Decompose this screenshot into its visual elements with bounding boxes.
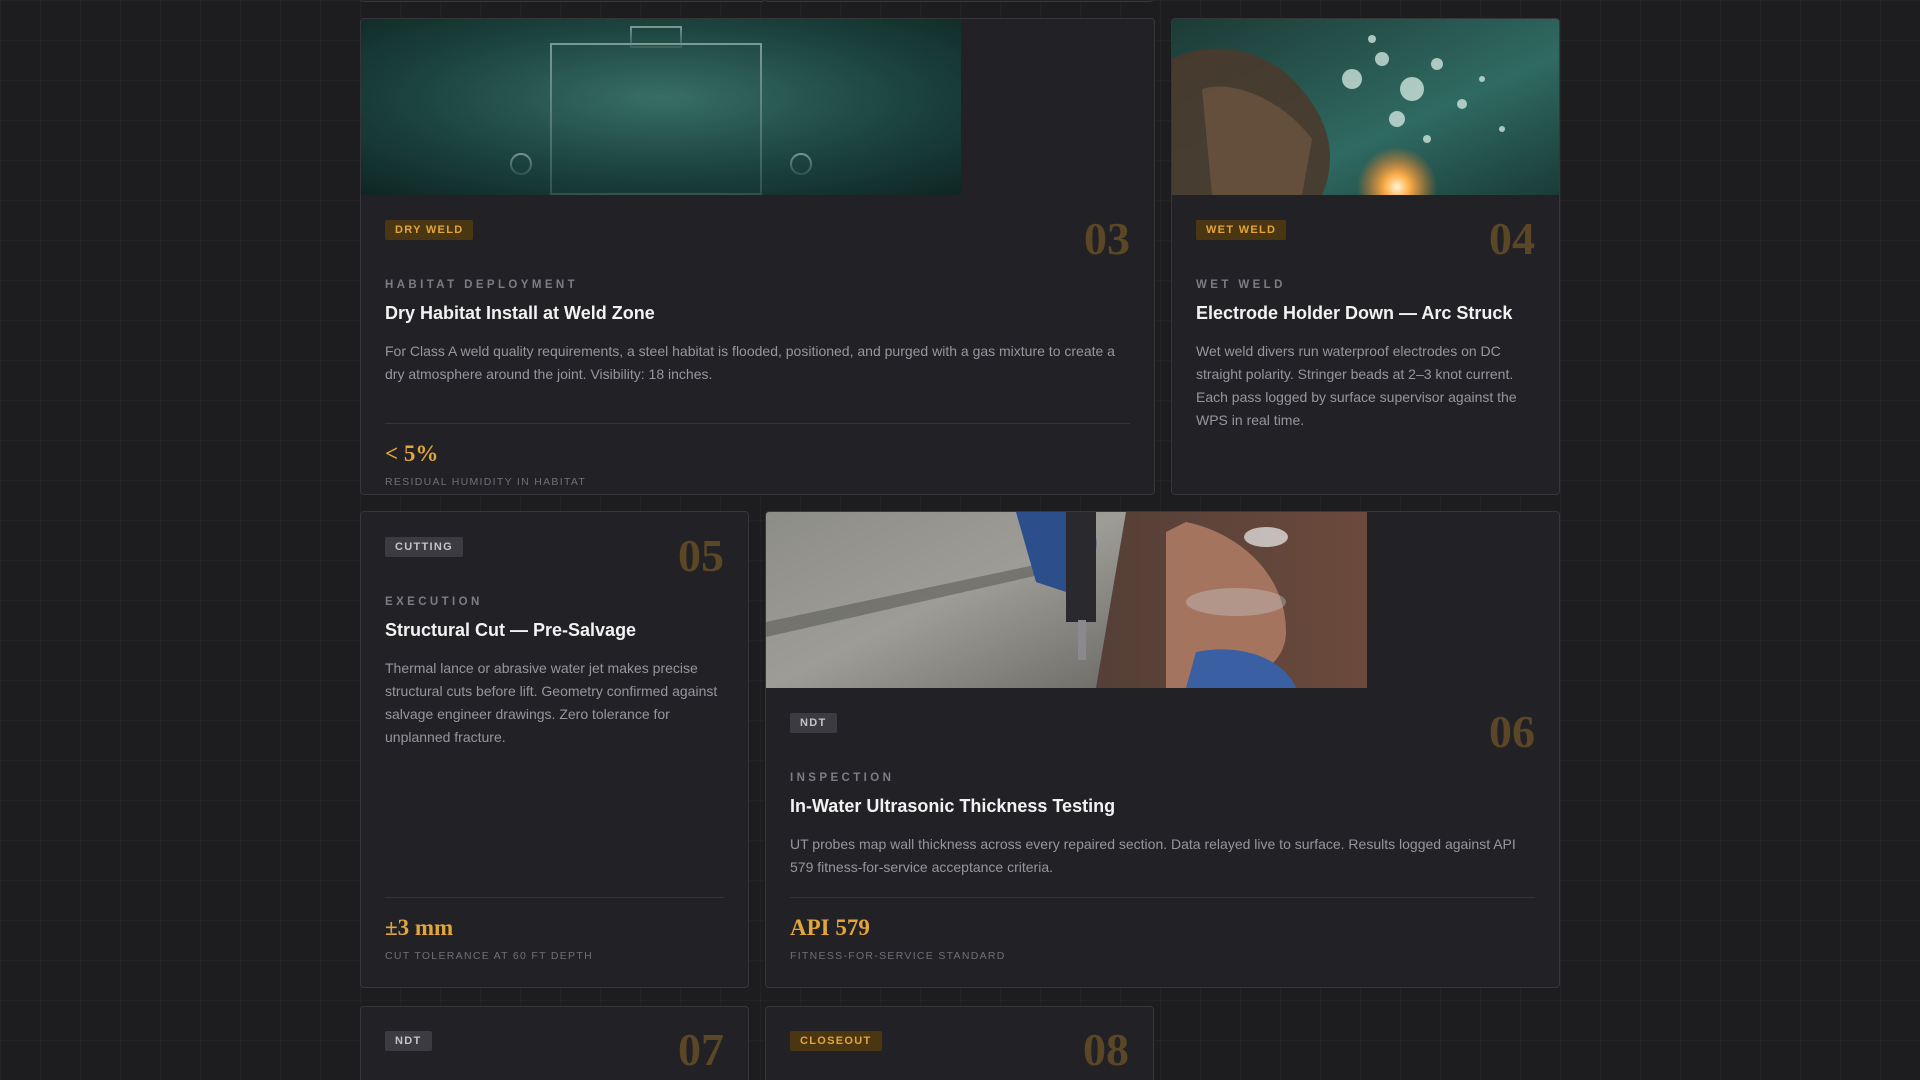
step-number: 06 (1489, 706, 1535, 757)
step-eyebrow: HABITAT DEPLOYMENT (385, 279, 579, 291)
stat-label: FITNESS-FOR-SERVICE STANDARD (790, 950, 1006, 962)
habitat-photo (361, 19, 961, 195)
card-stub-left (360, 0, 765, 2)
category-tag: WET WELD (1196, 220, 1287, 240)
step-card-04[interactable]: WET WELD 04 WET WELD Electrode Holder Do… (1171, 18, 1560, 495)
category-tag: NDT (385, 1031, 432, 1051)
step-description: UT probes map wall thickness across ever… (790, 836, 1516, 875)
divider (385, 897, 724, 898)
step-number: 04 (1489, 213, 1535, 264)
step-eyebrow: EXECUTION (385, 596, 483, 608)
category-tag: CUTTING (385, 537, 463, 557)
category-tag: NDT (790, 713, 837, 733)
divider (385, 423, 1130, 424)
step-description: Wet weld divers run waterproof electrode… (1196, 343, 1517, 428)
step-number: 08 (1083, 1024, 1129, 1075)
step-number: 03 (1084, 213, 1130, 264)
stat-value: ±3 mm (385, 915, 454, 940)
step-title: Structural Cut — Pre-Salvage (385, 620, 637, 640)
step-card-05[interactable]: CUTTING 05 EXECUTION Structural Cut — Pr… (360, 511, 749, 988)
step-description: For Class A weld quality requirements, a… (385, 343, 1115, 382)
step-card-06[interactable]: NDT 06 INSPECTION In-Water Ultrasonic Th… (765, 511, 1560, 988)
stat-value: < 5% (385, 441, 439, 466)
stat-value: API 579 (790, 915, 870, 940)
stat-label: CUT TOLERANCE AT 60 FT DEPTH (385, 950, 593, 962)
category-tag: CLOSEOUT (790, 1031, 882, 1051)
step-title: In-Water Ultrasonic Thickness Testing (790, 796, 1116, 816)
step-eyebrow: WET WELD (1196, 279, 1286, 291)
step-card-07[interactable]: NDT 07 (360, 1006, 749, 1080)
category-tag: DRY WELD (385, 220, 474, 240)
divider (790, 897, 1535, 898)
wet-weld-photo (1172, 19, 1559, 195)
step-card-08[interactable]: CLOSEOUT 08 (765, 1006, 1154, 1080)
step-number: 07 (678, 1024, 724, 1075)
step-description: Thermal lance or abrasive water jet make… (385, 660, 718, 745)
step-title: Dry Habitat Install at Weld Zone (385, 303, 655, 323)
stat-label: RESIDUAL HUMIDITY IN HABITAT (385, 476, 587, 488)
step-number: 05 (678, 530, 724, 581)
step-card-03[interactable]: DRY WELD 03 HABITAT DEPLOYMENT Dry Habit… (360, 18, 1155, 495)
card-stub-right (765, 0, 1153, 2)
ultrasonic-testing-photo (766, 512, 1367, 688)
step-eyebrow: INSPECTION (790, 772, 895, 784)
step-title: Electrode Holder Down — Arc Struck (1196, 303, 1513, 323)
